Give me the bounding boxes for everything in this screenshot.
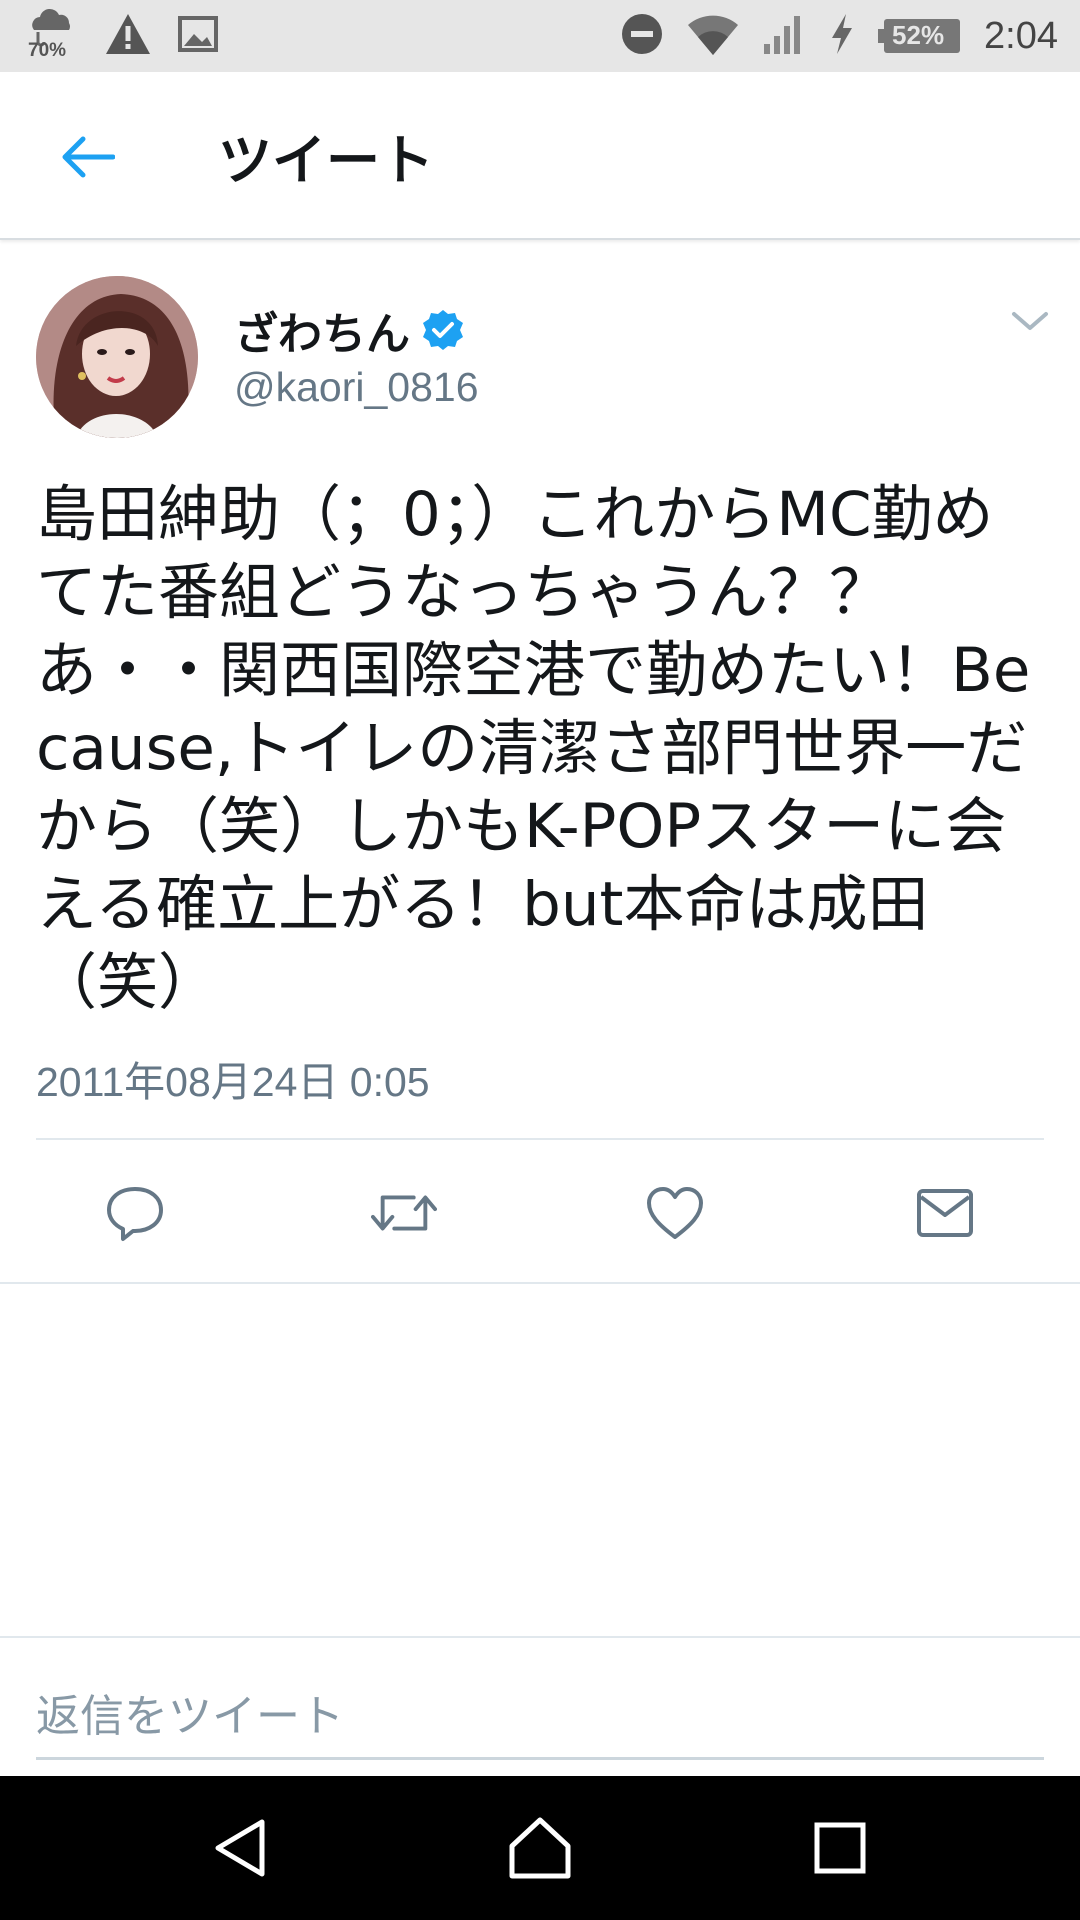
retweet-icon [371,1195,437,1231]
reply-input-underline [36,1757,1044,1760]
recents-icon [814,1822,866,1874]
share-button[interactable] [912,1180,978,1246]
status-bar-left: 70% [26,0,218,72]
divider [0,1282,1080,1284]
nav-back-button[interactable] [204,1812,276,1884]
weather-percent: 70% [28,40,67,61]
app-header: ツイート [0,72,1080,240]
status-bar-right: 52% 2:04 [620,0,1058,72]
back-triangle-icon [215,1819,265,1877]
tweet-menu-button[interactable] [1008,300,1052,344]
mail-icon [917,1189,973,1237]
author-name[interactable]: ざわちん [234,298,410,362]
signal-icon [762,12,806,60]
reply-input[interactable]: 返信をツイート [36,1680,344,1744]
retweet-button[interactable] [371,1180,437,1246]
divider [0,1636,1080,1638]
back-button[interactable] [52,122,122,192]
verified-badge-icon [423,310,463,350]
back-arrow-icon [62,136,115,178]
nav-recents-button[interactable] [804,1812,876,1884]
home-icon [509,1817,571,1879]
warning-icon [104,12,152,60]
image-icon [178,16,218,56]
dnd-icon [620,12,664,60]
chevron-down-icon [1012,312,1048,330]
page-title: ツイート [218,129,434,192]
wifi-icon [686,11,740,61]
reply-icon [107,1187,163,1241]
like-button[interactable] [642,1180,708,1246]
reply-button[interactable] [102,1180,168,1246]
battery-icon: 52% [878,17,962,55]
tweet-text: 島田紳助（；0；）これからMC勤めてた番組どうなっちゃうん？？あ・・関西国際空港… [36,479,1031,1018]
tweet-timestamp: 2011年08月24日 0:05 [36,1059,430,1105]
author-name-row[interactable]: ざわちん [234,298,464,362]
system-nav-bar [0,1776,1080,1920]
nav-home-button[interactable] [504,1812,576,1884]
tweet-actions [0,1140,1080,1282]
clock: 2:04 [984,14,1058,57]
avatar[interactable] [36,276,198,438]
battery-percent: 52% [892,20,945,50]
weather-icon: 70% [26,8,78,64]
status-bar: 70% 52% 2:04 [0,0,1080,72]
heart-icon [647,1187,703,1239]
author-handle[interactable]: @kaori_0816 [234,364,479,411]
charging-icon [828,12,856,60]
